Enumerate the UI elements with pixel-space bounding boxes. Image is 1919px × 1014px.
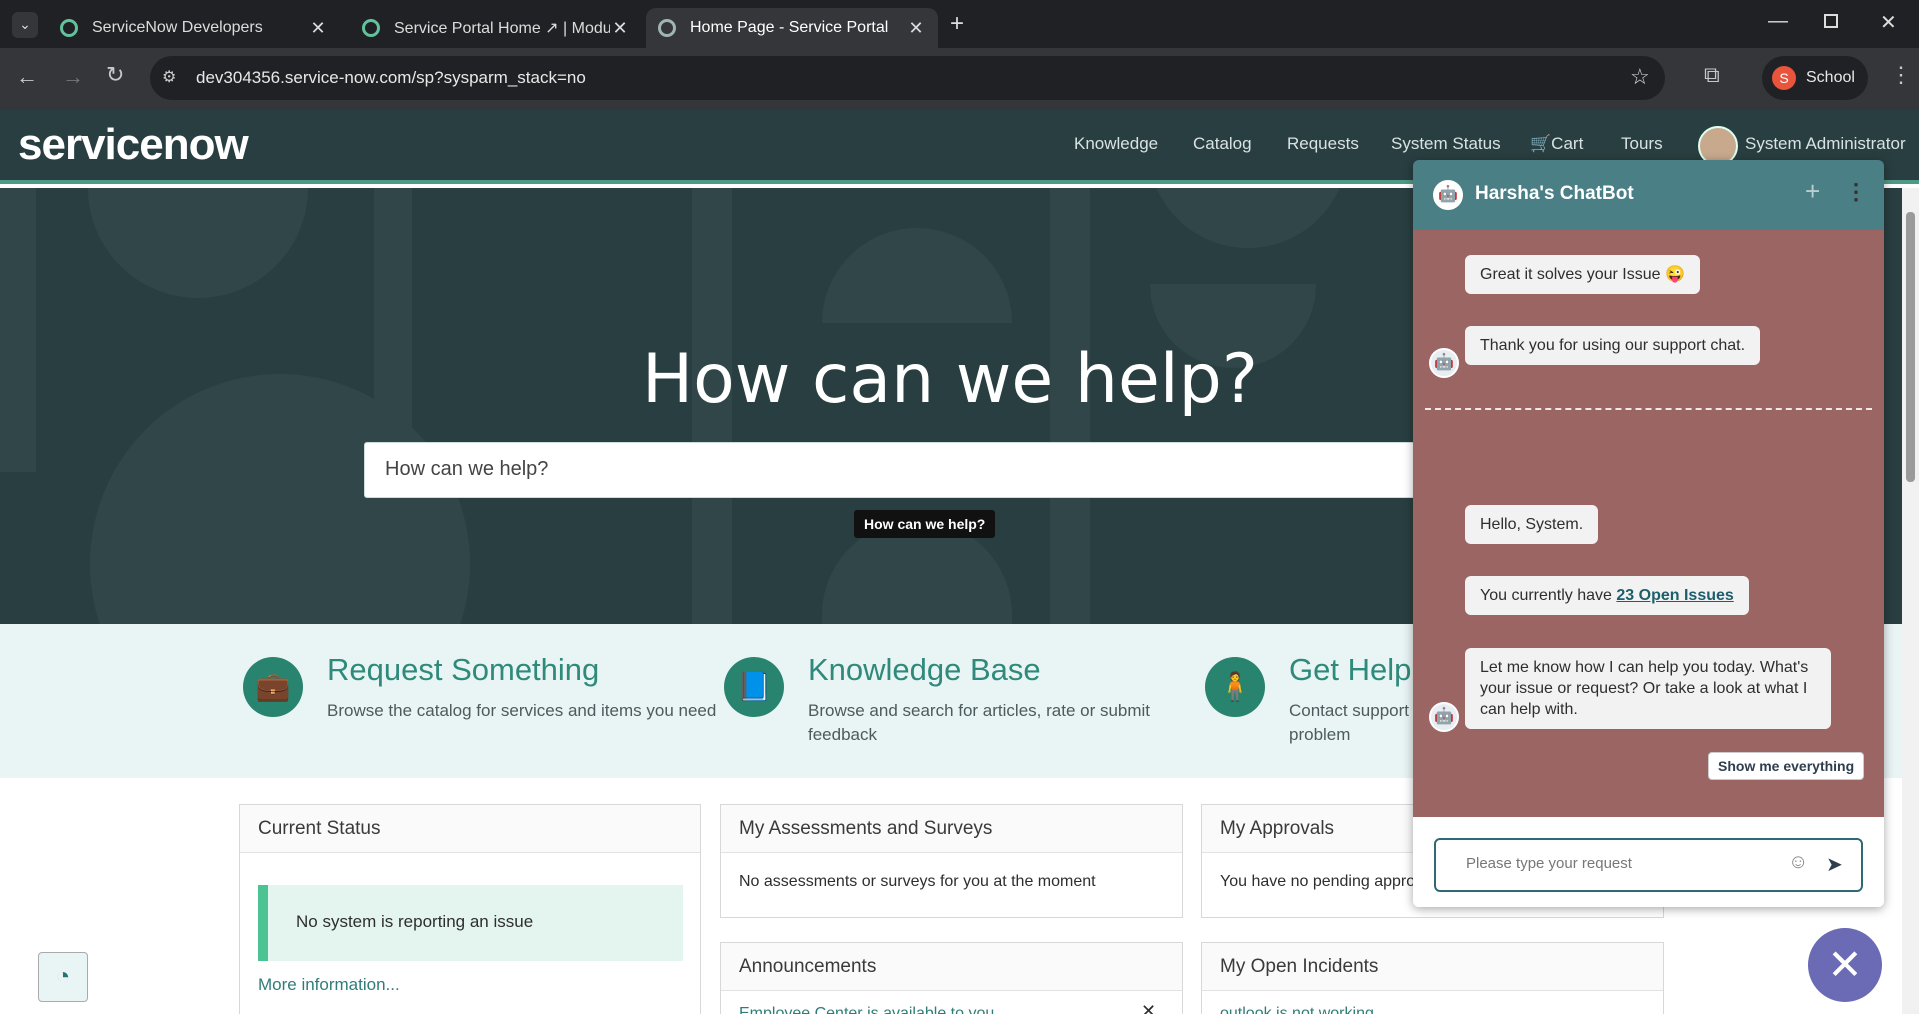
open-issues-link[interactable]: 23 Open Issues: [1616, 587, 1733, 604]
site-info-icon[interactable]: ⚙: [162, 67, 176, 87]
close-tab-icon[interactable]: ✕: [610, 18, 630, 39]
tab-title: ServiceNow Developers: [92, 19, 263, 36]
chat-message: Thank you for using our support chat.: [1465, 326, 1761, 365]
hero-decor: [88, 188, 308, 298]
person-icon[interactable]: 🧍: [1205, 657, 1265, 717]
servicenow-favicon-icon: [658, 19, 676, 37]
nav-knowledge[interactable]: Knowledge: [1074, 134, 1158, 154]
open-incidents-panel: My Open Incidents outlook is not working: [1201, 942, 1664, 1014]
search-tooltip: How can we help?: [854, 510, 996, 538]
browser-tab-bar: ⌄ ServiceNow Developers ✕ Service Portal…: [0, 0, 1919, 48]
dashboard-gauge-icon[interactable]: ◔: [38, 952, 88, 1002]
emoji-icon[interactable]: ☺: [1788, 851, 1808, 874]
browser-toolbar: ← → ↻ ⚙ dev304356.service-now.com/sp?sys…: [0, 48, 1919, 110]
chat-message: Great it solves your Issue 😜: [1465, 255, 1700, 294]
search-input[interactable]: How can we help?: [364, 442, 1514, 498]
new-tab-button[interactable]: +: [950, 10, 964, 38]
browser-tab-portal-module[interactable]: Service Portal Home ↗ | Module ✕: [350, 8, 642, 48]
get-help-title[interactable]: Get Help: [1289, 652, 1411, 688]
knowledge-base-desc: Browse and search for articles, rate or …: [808, 701, 1151, 744]
bot-avatar-icon: 🤖: [1433, 180, 1463, 210]
send-icon[interactable]: ➤: [1826, 852, 1843, 877]
nav-cart[interactable]: 🛒Cart: [1530, 134, 1583, 154]
url-text: dev304356.service-now.com/sp?sysparm_sta…: [196, 68, 586, 87]
hero-decor: [0, 188, 36, 472]
chat-menu-icon[interactable]: ⋮: [1845, 179, 1867, 205]
forward-arrow-icon[interactable]: →: [62, 64, 84, 90]
restore-window-icon[interactable]: [1824, 14, 1838, 28]
browser-menu-icon[interactable]: ⋮: [1890, 62, 1912, 88]
book-icon[interactable]: 📘: [724, 657, 784, 717]
nav-requests[interactable]: Requests: [1287, 134, 1359, 154]
close-tab-icon[interactable]: ✕: [308, 18, 328, 39]
servicenow-favicon-icon: [362, 19, 380, 37]
chat-input[interactable]: Please type your request ☺ ➤: [1434, 838, 1863, 892]
chatbot-header: 🤖 Harsha's ChatBot + ⋮: [1413, 160, 1884, 230]
bot-avatar-icon: 🤖: [1429, 702, 1459, 732]
incident-link[interactable]: outlook is not working: [1220, 1005, 1374, 1014]
nav-user-menu[interactable]: System Administrator: [1745, 134, 1906, 154]
page-scrollbar[interactable]: [1902, 188, 1919, 1014]
search-placeholder: How can we help?: [385, 458, 549, 480]
cart-label: Cart: [1551, 134, 1584, 153]
hero-decor: [1148, 188, 1348, 248]
chat-message: Hello, System.: [1465, 505, 1599, 544]
chat-input-placeholder: Please type your request: [1466, 855, 1632, 872]
tab-search-button[interactable]: ⌄: [12, 12, 38, 38]
back-arrow-icon[interactable]: ←: [16, 64, 38, 90]
bot-avatar-icon: 🤖: [1429, 348, 1459, 378]
panel-title: My Open Incidents: [1202, 943, 1663, 991]
request-something-desc: Browse the catalog for services and item…: [327, 701, 717, 720]
announcements-panel: Announcements Employee Center is availab…: [720, 942, 1183, 1014]
close-chat-button[interactable]: ✕: [1808, 928, 1882, 1002]
profile-avatar: S: [1772, 66, 1796, 90]
chatbot-title: Harsha's ChatBot: [1475, 183, 1634, 204]
profile-label: School: [1806, 69, 1855, 86]
announcement-link[interactable]: Employee Center is available to you: [739, 1005, 994, 1014]
request-something-title[interactable]: Request Something: [327, 652, 599, 688]
address-bar[interactable]: ⚙ dev304356.service-now.com/sp?sysparm_s…: [150, 56, 1665, 100]
bookmark-star-icon[interactable]: ☆: [1630, 64, 1650, 90]
reload-icon[interactable]: ↻: [106, 62, 124, 88]
servicenow-favicon-icon: [60, 19, 78, 37]
chat-message: You currently have 23 Open Issues: [1465, 576, 1749, 615]
hero-decor: [822, 228, 1012, 323]
conversation-divider: [1425, 408, 1872, 410]
close-tab-icon[interactable]: ✕: [906, 18, 926, 39]
scrollbar-thumb[interactable]: [1906, 212, 1915, 482]
browser-tab-developers[interactable]: ServiceNow Developers ✕: [48, 8, 340, 48]
tab-title: Home Page - Service Portal: [690, 19, 889, 36]
message-text: You currently have: [1480, 587, 1617, 604]
panel-title: Announcements: [721, 943, 1182, 991]
browser-tab-home-page[interactable]: Home Page - Service Portal ✕: [646, 8, 938, 48]
servicenow-logo[interactable]: servicenow: [18, 120, 249, 170]
tab-title: Service Portal Home ↗ | Module: [394, 20, 610, 37]
chat-messages: Great it solves your Issue 😜 Thank you f…: [1413, 230, 1884, 817]
minimize-window-icon[interactable]: —: [1768, 10, 1788, 33]
profile-chip[interactable]: S School: [1762, 56, 1868, 100]
extensions-puzzle-icon[interactable]: ⧉: [1704, 62, 1720, 88]
nav-tours[interactable]: Tours: [1621, 134, 1663, 154]
knowledge-base-title[interactable]: Knowledge Base: [808, 652, 1041, 688]
more-information-link[interactable]: More information...: [258, 975, 400, 995]
current-status-panel: Current Status No system is reporting an…: [239, 804, 701, 1014]
panel-title: My Assessments and Surveys: [721, 805, 1182, 853]
chatbot-window: 🤖 Harsha's ChatBot + ⋮ Great it solves y…: [1413, 160, 1884, 907]
panel-message: No assessments or surveys for you at the…: [739, 873, 1096, 890]
chatbot-footer: Please type your request ☺ ➤: [1413, 817, 1884, 907]
close-window-icon[interactable]: ✕: [1880, 10, 1897, 35]
panel-title: Current Status: [240, 805, 700, 853]
nav-catalog[interactable]: Catalog: [1193, 134, 1252, 154]
briefcase-icon[interactable]: 💼: [243, 657, 303, 717]
assessments-panel: My Assessments and Surveys No assessment…: [720, 804, 1183, 918]
show-me-everything-button[interactable]: Show me everything: [1708, 752, 1865, 780]
dismiss-icon[interactable]: ✕: [1141, 1001, 1156, 1014]
chat-message: Let me know how I can help you today. Wh…: [1465, 648, 1831, 729]
status-ok-box: No system is reporting an issue: [258, 885, 683, 961]
new-conversation-icon[interactable]: +: [1805, 176, 1820, 207]
nav-system-status[interactable]: System Status: [1391, 134, 1501, 154]
cart-icon: 🛒: [1530, 134, 1552, 153]
status-message: No system is reporting an issue: [296, 912, 534, 931]
